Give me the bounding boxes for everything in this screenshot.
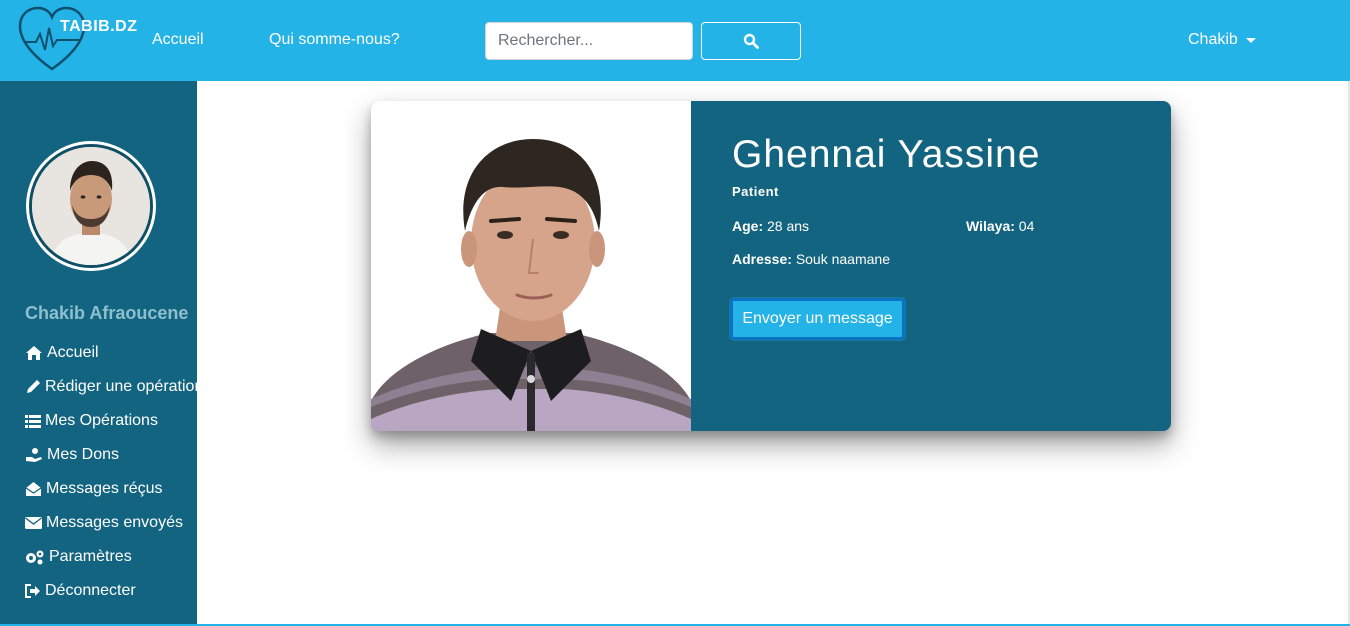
sidebar-item-deconnecter[interactable]: Déconnecter bbox=[25, 582, 136, 600]
home-icon bbox=[26, 346, 42, 360]
avatar bbox=[26, 141, 156, 271]
sidebar-item-messages-envoyes[interactable]: Messages envoyés bbox=[25, 514, 183, 532]
list-icon bbox=[25, 415, 41, 428]
sign-out-icon bbox=[25, 584, 40, 598]
sidebar-item-label: Déconnecter bbox=[45, 582, 136, 599]
wilaya-value: 04 bbox=[1018, 218, 1035, 234]
user-photo bbox=[32, 147, 150, 265]
search-input[interactable] bbox=[485, 22, 693, 60]
avatar-photo bbox=[32, 147, 150, 265]
profile-age: Age: 28 ans bbox=[732, 218, 809, 234]
sidebar-item-label: Paramètres bbox=[49, 548, 132, 565]
envelope-icon bbox=[25, 517, 42, 529]
profile-photo bbox=[371, 101, 691, 431]
adresse-value: Souk naamane bbox=[795, 251, 890, 267]
nav-link-about[interactable]: Qui somme-nous? bbox=[269, 31, 400, 49]
profile-wilaya: Wilaya: 04 bbox=[966, 218, 1034, 234]
sidebar-item-messages-recus[interactable]: Messages réçus bbox=[25, 480, 163, 498]
profile-adresse: Adresse: Souk naamane bbox=[732, 251, 890, 267]
gears-icon bbox=[26, 550, 44, 565]
send-message-button[interactable]: Envoyer un message bbox=[730, 298, 905, 340]
sidebar-item-label: Mes Dons bbox=[47, 446, 120, 463]
envelope-open-icon bbox=[25, 482, 42, 496]
user-dropdown[interactable]: Chakib bbox=[1188, 31, 1256, 49]
profile-card: Ghennai Yassine Patient Age: 28 ans Wila… bbox=[371, 101, 1171, 431]
sidebar-item-label: Accueil bbox=[47, 344, 99, 361]
heart-pulse-icon bbox=[18, 6, 86, 71]
sidebar-item-parametres[interactable]: Paramètres bbox=[25, 548, 132, 566]
sidebar-item-label: Mes Opérations bbox=[45, 412, 158, 429]
search-button[interactable] bbox=[701, 22, 801, 60]
sidebar-item-label: Messages envoyés bbox=[46, 514, 183, 531]
sidebar-item-accueil[interactable]: Accueil bbox=[25, 344, 99, 362]
user-dropdown-label: Chakib bbox=[1188, 31, 1238, 48]
sidebar-user-name: Chakib Afraoucene bbox=[25, 303, 189, 323]
wilaya-label: Wilaya: bbox=[966, 218, 1015, 234]
patient-photo bbox=[371, 101, 691, 431]
nav-link-accueil[interactable]: Accueil bbox=[152, 31, 204, 49]
sidebar-item-rediger[interactable]: Rédiger une opération bbox=[25, 378, 197, 396]
profile-role: Patient bbox=[732, 184, 779, 199]
chevron-down-icon bbox=[1245, 38, 1256, 43]
sidebar-item-label: Rédiger une opération bbox=[45, 378, 197, 395]
sidebar-item-label: Messages réçus bbox=[46, 480, 163, 497]
top-navbar: TABIB.DZ Accueil Qui somme-nous? Chakib bbox=[0, 0, 1350, 81]
adresse-label: Adresse: bbox=[732, 251, 792, 267]
brand-logo[interactable]: TABIB.DZ bbox=[18, 6, 137, 74]
age-label: Age: bbox=[732, 218, 764, 234]
search-icon bbox=[743, 33, 759, 49]
brand-text: TABIB.DZ bbox=[60, 18, 138, 35]
donate-icon bbox=[26, 448, 42, 462]
sidebar: Chakib Afraoucene Accueil Rédiger une op… bbox=[0, 81, 197, 626]
sidebar-item-dons[interactable]: Mes Dons bbox=[25, 446, 119, 464]
sidebar-item-operations[interactable]: Mes Opérations bbox=[25, 412, 158, 430]
pen-icon bbox=[27, 380, 40, 393]
age-value: 28 ans bbox=[767, 218, 810, 234]
profile-name: Ghennai Yassine bbox=[732, 133, 1041, 176]
